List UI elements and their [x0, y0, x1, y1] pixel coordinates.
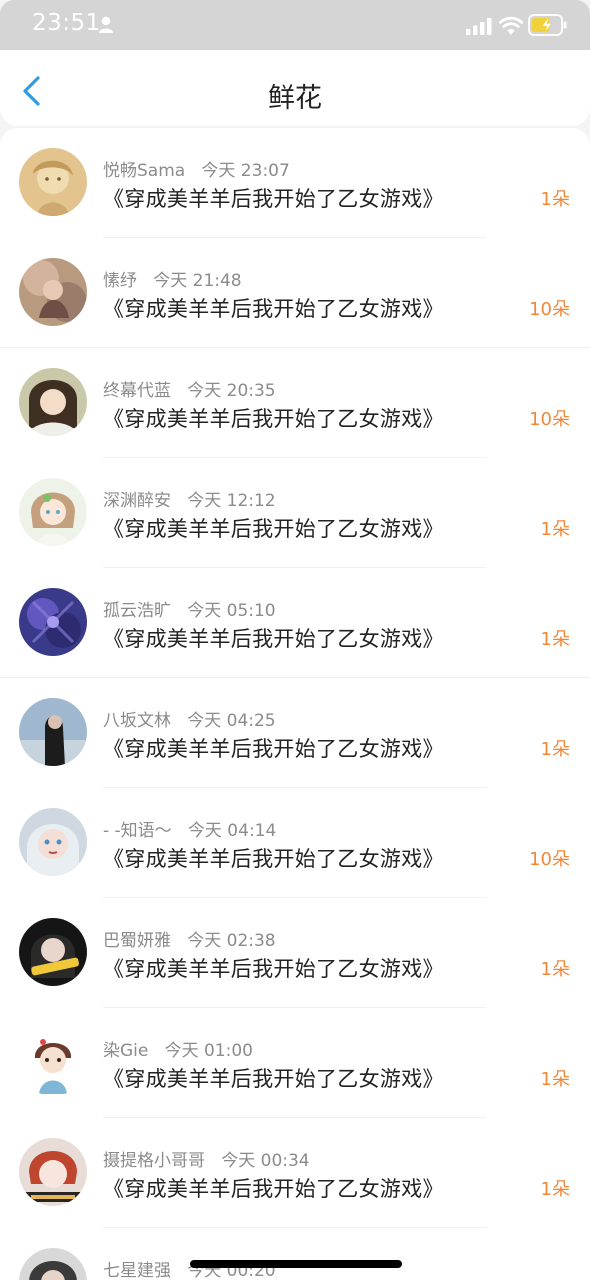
- list-item[interactable]: 终幕代蓝 今天 20:35 《穿成美羊羊后我开始了乙女游戏》 10朵: [0, 348, 590, 458]
- avatar: [19, 478, 87, 546]
- flower-count: 10朵: [529, 849, 570, 870]
- flower-record-list: 悦畅Sama 今天 23:07 《穿成美羊羊后我开始了乙女游戏》 1朵 愫纾 今…: [0, 128, 590, 1280]
- user-name: 悦畅Sama: [103, 161, 186, 181]
- list-item[interactable]: 悦畅Sama 今天 23:07 《穿成美羊羊后我开始了乙女游戏》 1朵: [0, 128, 590, 238]
- avatar: [19, 1138, 87, 1206]
- user-name: 八坂文林: [103, 711, 171, 731]
- avatar: [19, 368, 87, 436]
- flower-count: 1朵: [540, 629, 570, 650]
- list-item[interactable]: 染Gie 今天 01:00 《穿成美羊羊后我开始了乙女游戏》 1朵: [0, 1008, 590, 1118]
- send-time: 今天 01:00: [164, 1041, 253, 1061]
- list-item[interactable]: 八坂文林 今天 04:25 《穿成美羊羊后我开始了乙女游戏》 1朵: [0, 678, 590, 788]
- avatar: [19, 1248, 87, 1280]
- avatar: [19, 918, 87, 986]
- flower-count: 1朵: [540, 519, 570, 540]
- book-title: 《穿成美羊羊后我开始了乙女游戏》: [103, 957, 444, 981]
- flower-count: 10朵: [529, 299, 570, 320]
- send-time: 今天 05:10: [187, 601, 276, 621]
- avatar: [19, 258, 87, 326]
- avatar: [19, 1028, 87, 1096]
- send-time: 今天 04:14: [187, 821, 277, 841]
- page-title: 鲜花: [268, 83, 322, 114]
- book-title: 《穿成美羊羊后我开始了乙女游戏》: [103, 1177, 444, 1201]
- flower-count: 1朵: [540, 739, 570, 760]
- avatar: [19, 588, 87, 656]
- list-item[interactable]: 愫纾 今天 21:48 《穿成美羊羊后我开始了乙女游戏》 10朵: [0, 238, 590, 348]
- user-name: 终幕代蓝: [103, 381, 171, 401]
- book-title: 《穿成美羊羊后我开始了乙女游戏》: [103, 517, 444, 541]
- nav-bar: 鲜花: [0, 50, 590, 126]
- book-title: 《穿成美羊羊后我开始了乙女游戏》: [103, 847, 444, 871]
- list-item[interactable]: 摄提格小哥哥 今天 00:34 《穿成美羊羊后我开始了乙女游戏》 1朵: [0, 1118, 590, 1228]
- user-name: 七星建强: [103, 1261, 171, 1280]
- send-time: 今天 20:35: [187, 381, 276, 401]
- user-name: 摄提格小哥哥: [103, 1151, 205, 1171]
- flower-count: 1朵: [540, 189, 570, 210]
- battery-icon: [528, 14, 567, 36]
- user-name: 染Gie: [103, 1041, 149, 1061]
- send-time: 今天 21:48: [153, 271, 242, 291]
- flower-count: 1朵: [540, 1179, 570, 1200]
- list-item[interactable]: - -知语～ 今天 04:14 《穿成美羊羊后我开始了乙女游戏》 10朵: [0, 788, 590, 898]
- flower-count: 1朵: [540, 959, 570, 980]
- user-name: 巴蜀妍雅: [103, 931, 171, 951]
- list-item[interactable]: 七星建强 今天 00:20: [0, 1228, 590, 1280]
- signal-icon: [466, 18, 492, 35]
- flower-count: 10朵: [529, 409, 570, 430]
- book-title: 《穿成美羊羊后我开始了乙女游戏》: [103, 1067, 444, 1091]
- send-time: 今天 02:38: [187, 931, 276, 951]
- flower-count: 1朵: [540, 1069, 570, 1090]
- home-indicator[interactable]: [190, 1260, 402, 1268]
- send-time: 今天 12:12: [187, 491, 276, 511]
- user-name: 愫纾: [103, 271, 137, 291]
- send-time: 今天 23:07: [201, 161, 290, 181]
- book-title: 《穿成美羊羊后我开始了乙女游戏》: [103, 627, 444, 651]
- send-time: 今天 00:34: [221, 1151, 310, 1171]
- list-item[interactable]: 深渊醉安 今天 12:12 《穿成美羊羊后我开始了乙女游戏》 1朵: [0, 458, 590, 568]
- avatar: [19, 698, 87, 766]
- avatar: [19, 808, 87, 876]
- wifi-icon: [499, 16, 523, 35]
- book-title: 《穿成美羊羊后我开始了乙女游戏》: [103, 407, 444, 431]
- user-name: 深渊醉安: [103, 491, 171, 511]
- book-title: 《穿成美羊羊后我开始了乙女游戏》: [103, 737, 444, 761]
- status-bar: 23:51: [0, 0, 590, 50]
- person-icon: [99, 16, 113, 33]
- avatar: [19, 148, 87, 216]
- list-item[interactable]: 巴蜀妍雅 今天 02:38 《穿成美羊羊后我开始了乙女游戏》 1朵: [0, 898, 590, 1008]
- status-time: 23:51: [32, 10, 101, 36]
- list-item[interactable]: 孤云浩旷 今天 05:10 《穿成美羊羊后我开始了乙女游戏》 1朵: [0, 568, 590, 678]
- book-title: 《穿成美羊羊后我开始了乙女游戏》: [103, 297, 444, 321]
- user-name: - -知语～: [103, 821, 172, 841]
- user-name: 孤云浩旷: [103, 601, 171, 621]
- send-time: 今天 04:25: [187, 711, 276, 731]
- book-title: 《穿成美羊羊后我开始了乙女游戏》: [103, 187, 444, 211]
